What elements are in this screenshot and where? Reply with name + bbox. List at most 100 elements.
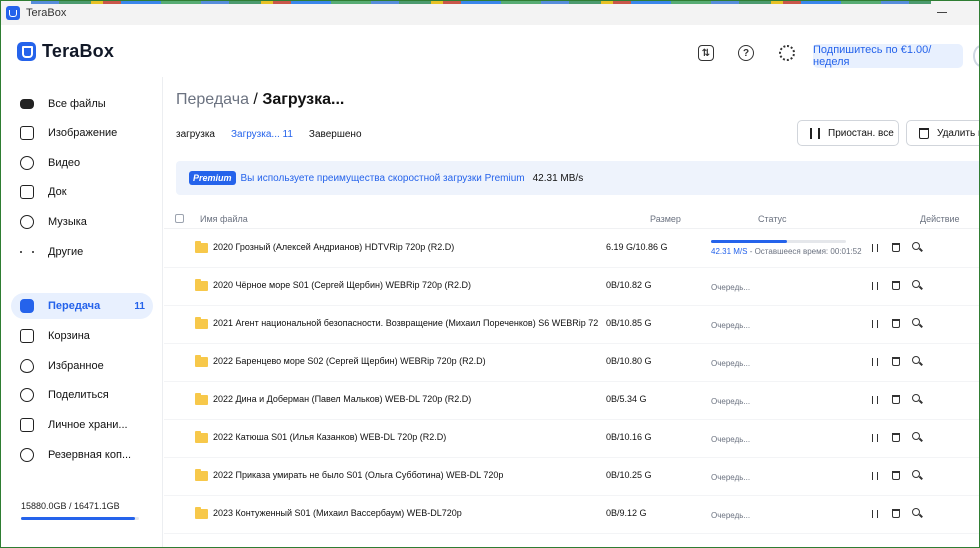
- trash-icon[interactable]: [892, 509, 900, 518]
- file-size: 0B/10.80 G: [606, 356, 652, 366]
- main-content: Передача / Загрузка... загрузка Загрузка…: [164, 77, 979, 547]
- help-icon[interactable]: ?: [738, 45, 754, 61]
- pause-icon[interactable]: [872, 510, 878, 518]
- breadcrumb-parent[interactable]: Передача: [176, 91, 249, 108]
- sidebar-item-trash[interactable]: Корзина: [11, 323, 153, 349]
- table-row[interactable]: 2021 Агент национальной безопасности. Во…: [164, 306, 979, 344]
- trash-icon[interactable]: [892, 433, 900, 442]
- image-icon: [20, 126, 34, 140]
- search-icon[interactable]: [912, 356, 920, 364]
- logo-text: TeraBox: [42, 41, 115, 61]
- window-title: TeraBox: [26, 7, 67, 19]
- table-row[interactable]: 2022 Приказа умирать не было S01 (Ольга …: [164, 458, 979, 496]
- sidebar-item-share[interactable]: Поделиться: [11, 382, 153, 408]
- sidebar-item-all-files[interactable]: Все файлы: [11, 91, 153, 117]
- row-speed: 42.31 M/S: [711, 247, 748, 256]
- trash-icon[interactable]: [892, 319, 900, 328]
- trash-icon[interactable]: [892, 243, 900, 252]
- table-row[interactable]: 2023 Контуженный S01 (Михаил Вассербаум)…: [164, 496, 979, 534]
- pause-icon[interactable]: [872, 320, 878, 328]
- logo[interactable]: TeraBox: [17, 41, 114, 62]
- pause-icon[interactable]: [872, 472, 878, 480]
- pause-all-label: Приостан. все: [828, 127, 894, 139]
- folder-icon: [195, 469, 208, 481]
- download-speed: 42.31 MB/s: [532, 172, 584, 184]
- sidebar-item-images[interactable]: Изображение: [11, 120, 153, 146]
- sidebar-item-video[interactable]: Видео: [11, 150, 153, 176]
- more-dots-icon: [20, 245, 34, 259]
- trash-icon[interactable]: [892, 395, 900, 404]
- breadcrumb-separator: /: [248, 91, 263, 108]
- pause-icon[interactable]: [872, 244, 878, 252]
- table-row[interactable]: 2020 Чёрное море S01 (Сергей Щербин) WEB…: [164, 268, 979, 306]
- sidebar-item-label: Музыка: [48, 216, 87, 228]
- select-all-checkbox[interactable]: [175, 214, 184, 223]
- file-name: 2020 Чёрное море S01 (Сергей Щербин) WEB…: [213, 280, 471, 290]
- tab-upload[interactable]: загрузка: [176, 129, 215, 140]
- sidebar-item-label: Видео: [48, 157, 81, 169]
- column-header-name[interactable]: Имя файла: [200, 214, 248, 224]
- file-name: 2022 Баренцево море S02 (Сергей Щербин) …: [213, 356, 486, 366]
- column-header-size[interactable]: Размер: [650, 214, 681, 224]
- folder-icon: [195, 279, 208, 291]
- search-icon[interactable]: [912, 242, 920, 250]
- folder-icon: [195, 355, 208, 367]
- sidebar: Все файлы Изображение Видео Док Музыка Д…: [1, 77, 163, 547]
- trash-icon: [20, 329, 34, 343]
- download-status: Очередь...: [711, 435, 751, 444]
- sidebar-item-favorites[interactable]: Избранное: [11, 353, 153, 379]
- table-row[interactable]: 2020 Грозный (Алексей Андрианов) HDTVRip…: [164, 230, 979, 268]
- video-icon: [20, 156, 34, 170]
- sidebar-item-label: Корзина: [48, 330, 90, 342]
- delete-all-label: Удалить вс: [937, 127, 979, 139]
- file-size: 0B/10.82 G: [606, 280, 652, 290]
- folder-icon: [195, 241, 208, 253]
- search-icon[interactable]: [912, 394, 920, 402]
- transfer-icon[interactable]: ⇅: [698, 45, 714, 61]
- search-icon[interactable]: [912, 280, 920, 288]
- sidebar-item-transfer[interactable]: Передача 11: [11, 293, 153, 319]
- search-icon[interactable]: [912, 470, 920, 478]
- heart-icon: [20, 359, 34, 373]
- table-row[interactable]: 2022 Дина и Доберман (Павел Мальков) WEB…: [164, 382, 979, 420]
- minimize-button[interactable]: [935, 3, 949, 21]
- premium-banner: Premium Вы используете преимущества скор…: [176, 161, 979, 195]
- folder-icon: [195, 317, 208, 329]
- trash-icon[interactable]: [892, 471, 900, 480]
- search-icon[interactable]: [912, 432, 920, 440]
- table-row[interactable]: 2022 Баренцево море S02 (Сергей Щербин) …: [164, 344, 979, 382]
- avatar[interactable]: [973, 45, 979, 67]
- transfer-icon: [20, 299, 34, 313]
- pause-icon[interactable]: [872, 396, 878, 404]
- pause-icon[interactable]: [872, 358, 878, 366]
- delete-all-button[interactable]: Удалить вс: [906, 120, 979, 146]
- storage-usage-bar: [21, 517, 139, 520]
- tab-downloading[interactable]: Загрузка... 11: [231, 129, 293, 140]
- pause-icon[interactable]: [872, 282, 878, 290]
- trash-icon[interactable]: [892, 357, 900, 366]
- sidebar-item-docs[interactable]: Док: [11, 179, 153, 205]
- search-icon[interactable]: [912, 508, 920, 516]
- share-icon: [20, 388, 34, 402]
- trash-icon[interactable]: [892, 281, 900, 290]
- pause-all-button[interactable]: Приостан. все: [797, 120, 899, 146]
- column-header-action: Действие: [920, 214, 960, 224]
- download-progress-fill: [711, 240, 787, 243]
- download-status: Очередь...: [711, 283, 751, 292]
- app-header: TeraBox ⇅ ? Подпишитесь по €1.00/неделя: [1, 25, 979, 77]
- sidebar-item-label: Другие: [48, 246, 84, 258]
- pause-icon[interactable]: [872, 434, 878, 442]
- search-icon[interactable]: [912, 318, 920, 326]
- sidebar-item-vault[interactable]: Личное храни...: [11, 412, 153, 438]
- tab-completed[interactable]: Завершено: [309, 129, 362, 140]
- folder-icon: [195, 393, 208, 405]
- settings-icon[interactable]: [779, 45, 795, 61]
- music-icon: [20, 215, 34, 229]
- subscribe-premium-button[interactable]: Подпишитесь по €1.00/неделя: [813, 44, 963, 68]
- sidebar-item-other[interactable]: Другие: [11, 239, 153, 265]
- sidebar-item-backup[interactable]: Резервная коп...: [11, 442, 153, 468]
- storage-usage-text: 15880.0GB / 16471.1GB: [21, 501, 120, 511]
- table-row[interactable]: 2022 Катюша S01 (Илья Казанков) WEB-DL 7…: [164, 420, 979, 458]
- row-remaining-time: - Оставшееся время: 00:01:52: [747, 247, 862, 256]
- sidebar-item-music[interactable]: Музыка: [11, 209, 153, 235]
